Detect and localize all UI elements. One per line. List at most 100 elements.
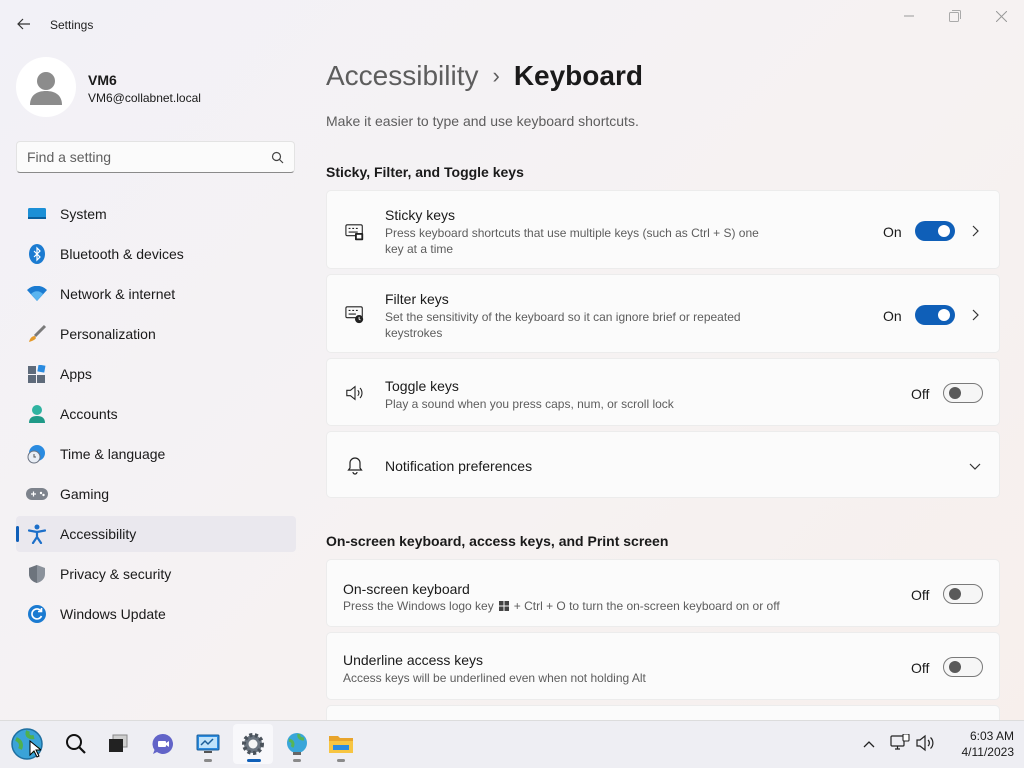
show-hidden-icons-button[interactable]	[860, 736, 878, 752]
volume-tray-button[interactable]	[915, 734, 937, 754]
toggle-state-label: On	[883, 224, 902, 240]
network-monitor-icon	[890, 733, 910, 750]
setting-description: Access keys will be underlined even when…	[343, 671, 646, 685]
remote-desktop-icon	[196, 734, 220, 753]
network-app-button[interactable]	[277, 724, 317, 764]
sidebar-item-label: Gaming	[60, 486, 110, 502]
sidebar-item-label: Accounts	[60, 406, 118, 422]
network-tray-button[interactable]	[890, 733, 912, 754]
file-explorer-button[interactable]	[321, 724, 361, 764]
speaker-icon	[346, 385, 363, 401]
page-subtitle: Make it easier to type and use keyboard …	[326, 113, 639, 129]
filter-keys-card[interactable]: Filter keys Set the sensitivity of the k…	[326, 274, 1000, 353]
section-heading: Sticky, Filter, and Toggle keys	[326, 164, 524, 180]
sidebar-item-accessibility[interactable]: Accessibility	[16, 516, 296, 552]
window-title: Settings	[50, 18, 94, 32]
chat-button[interactable]	[143, 724, 183, 764]
bluetooth-icon	[26, 243, 48, 265]
user-avatar-icon	[30, 72, 62, 105]
search-icon	[66, 734, 86, 754]
system-icon	[26, 203, 48, 225]
volume-icon	[916, 734, 934, 752]
setting-description: Press the Windows logo key + Ctrl + O to…	[343, 598, 780, 614]
sidebar-item-label: Personalization	[60, 326, 156, 342]
sidebar-item-label: Accessibility	[60, 526, 137, 542]
avatar	[16, 57, 76, 117]
start-button[interactable]	[7, 724, 47, 764]
toggle-state-label: Off	[911, 587, 930, 603]
sidebar-item-network[interactable]: Network & internet	[16, 276, 296, 312]
sidebar-item-accounts[interactable]: Accounts	[16, 396, 296, 432]
settings-taskbar-button[interactable]	[233, 724, 273, 764]
wifi-icon	[26, 283, 48, 305]
setting-description-part: + Ctrl + O to turn the on-screen keyboar…	[513, 599, 780, 613]
sidebar-item-gaming[interactable]: Gaming	[16, 476, 296, 512]
shield-icon	[26, 563, 48, 585]
maximize-button[interactable]	[932, 0, 978, 32]
toggle-keys-toggle[interactable]	[943, 383, 983, 403]
back-arrow-icon	[17, 18, 30, 30]
toggle-state-label: Off	[911, 386, 930, 402]
sidebar-item-personalization[interactable]: Personalization	[16, 316, 296, 352]
clock-date: 4/11/2023	[961, 745, 1015, 759]
underline-access-keys-card: Underline access keys Access keys will b…	[326, 632, 1000, 700]
clock[interactable]: 6:03 AM 4/11/2023	[944, 728, 1015, 760]
apps-icon	[26, 363, 48, 385]
sidebar-item-bluetooth[interactable]: Bluetooth & devices	[16, 236, 296, 272]
task-view-button[interactable]	[98, 724, 138, 764]
setting-description: Press keyboard shortcuts that use multip…	[385, 226, 759, 240]
breadcrumb-parent[interactable]: Accessibility	[326, 60, 478, 92]
minimize-icon	[904, 15, 914, 17]
section-heading: On-screen keyboard, access keys, and Pri…	[326, 533, 669, 549]
task-view-icon	[109, 734, 128, 752]
setting-title: Filter keys	[385, 291, 449, 307]
sidebar-item-apps[interactable]: Apps	[16, 356, 296, 392]
minimize-button[interactable]	[886, 0, 932, 32]
sidebar-item-windows-update[interactable]: Windows Update	[16, 596, 296, 632]
filter-keys-toggle[interactable]	[915, 305, 955, 325]
running-indicator	[293, 759, 301, 762]
notification-preferences-card[interactable]: Notification preferences	[326, 431, 1000, 498]
chevron-down-icon[interactable]	[969, 460, 981, 472]
remote-desktop-button[interactable]	[188, 724, 228, 764]
search-taskbar-button[interactable]	[56, 724, 96, 764]
on-screen-keyboard-toggle[interactable]	[943, 584, 983, 604]
user-email: VM6@collabnet.local	[88, 91, 201, 105]
setting-description-part: Press the Windows logo key	[343, 599, 494, 613]
close-button[interactable]	[978, 0, 1024, 32]
teams-chat-icon	[152, 733, 173, 754]
sidebar-item-system[interactable]: System	[16, 196, 296, 232]
search-icon[interactable]	[271, 151, 284, 164]
sticky-keys-card[interactable]: Sticky keys Press keyboard shortcuts tha…	[326, 190, 1000, 269]
sidebar-item-privacy[interactable]: Privacy & security	[16, 556, 296, 592]
user-name: VM6	[88, 72, 117, 88]
setting-title: Underline access keys	[343, 652, 484, 668]
filter-keys-icon	[345, 306, 364, 324]
selection-indicator	[16, 526, 19, 542]
toggle-state-label: Off	[911, 660, 930, 676]
sidebar-item-label: Privacy & security	[60, 566, 172, 582]
back-button[interactable]	[12, 12, 36, 36]
breadcrumb-separator: ›	[492, 63, 500, 88]
sidebar-item-time-language[interactable]: Time & language	[16, 436, 296, 472]
toggle-keys-card: Toggle keys Play a sound when you press …	[326, 358, 1000, 426]
setting-title: Toggle keys	[385, 378, 459, 394]
folder-icon	[329, 736, 353, 753]
chevron-right-icon[interactable]	[969, 309, 981, 321]
page-title: Keyboard	[513, 60, 643, 91]
sidebar-item-label: Network & internet	[60, 286, 176, 302]
running-indicator	[204, 759, 212, 762]
underline-access-keys-toggle[interactable]	[943, 657, 983, 677]
search-input[interactable]	[27, 149, 257, 165]
sticky-keys-toggle[interactable]	[915, 221, 955, 241]
bell-icon	[347, 457, 363, 475]
toggle-state-label: On	[883, 308, 902, 324]
globe-network-icon	[287, 733, 307, 755]
search-box[interactable]	[16, 141, 295, 173]
update-icon	[26, 603, 48, 625]
on-screen-keyboard-card: On-screen keyboard Press the Windows log…	[326, 559, 1000, 627]
chevron-right-icon[interactable]	[969, 225, 981, 237]
clock-time: 6:03 AM	[969, 729, 1014, 743]
close-icon	[995, 10, 1007, 22]
gear-icon	[242, 733, 264, 755]
